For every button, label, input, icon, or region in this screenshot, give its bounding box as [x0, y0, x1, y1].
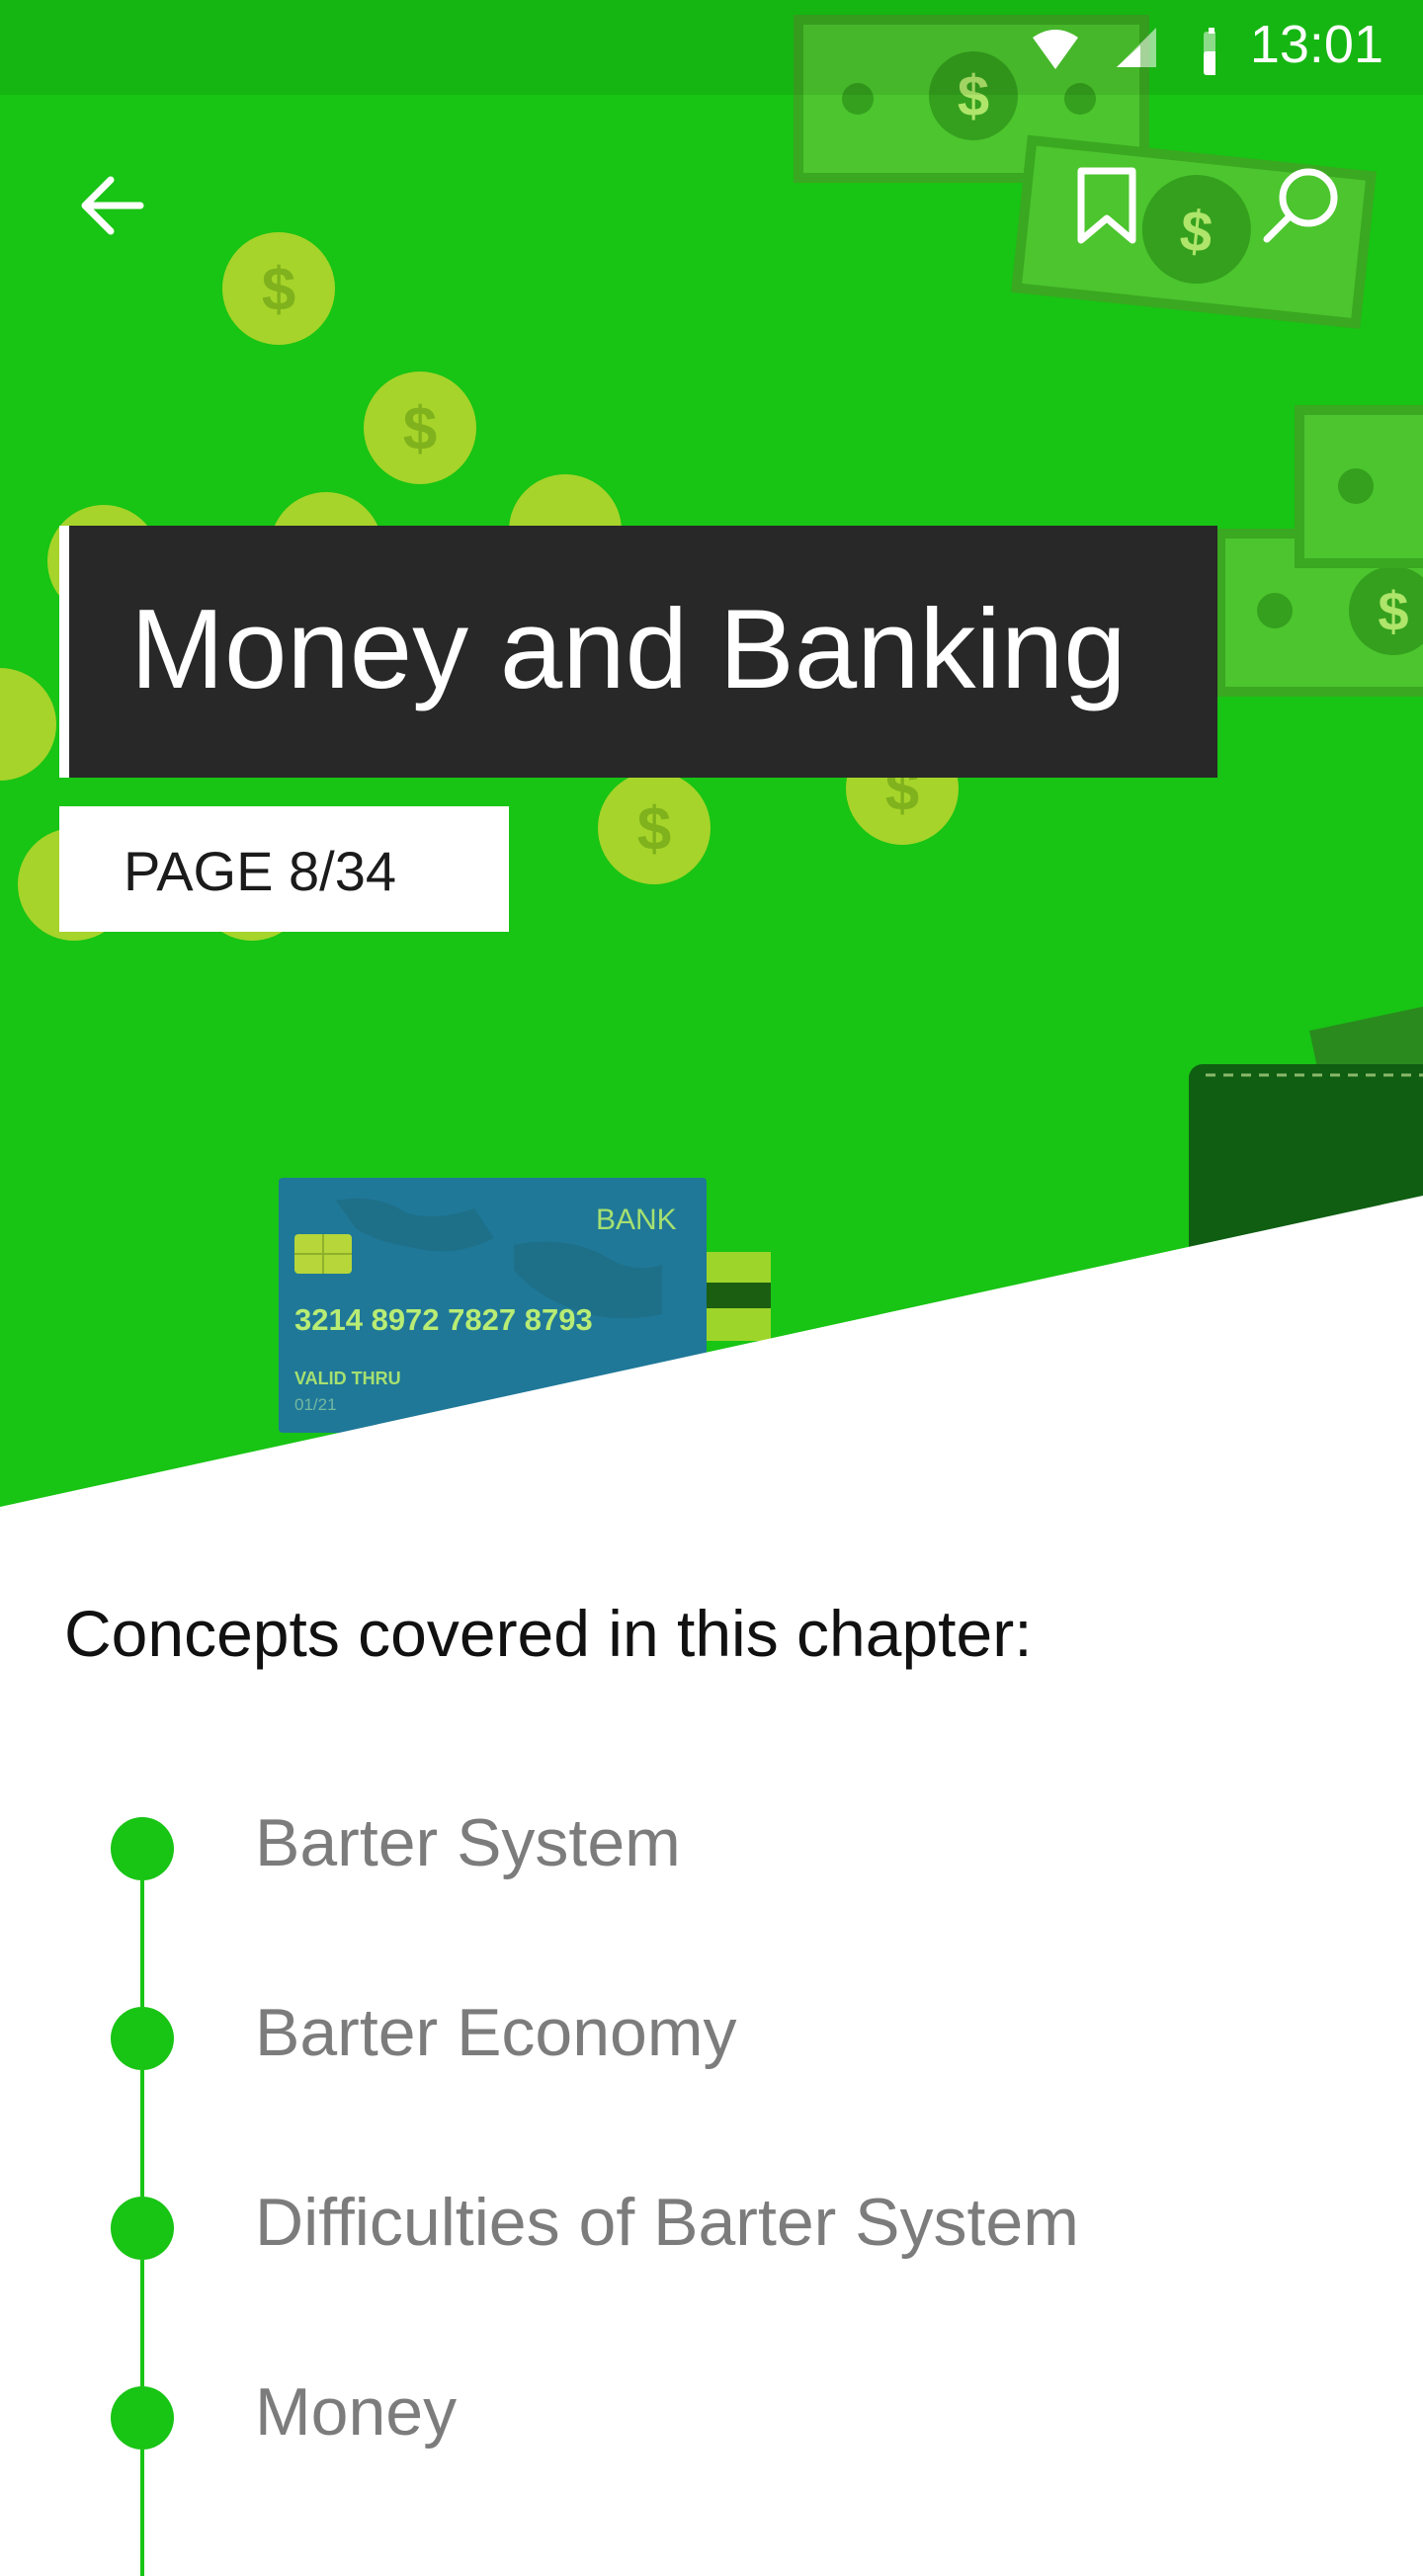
concept-bullet-dot: [111, 1817, 174, 1880]
wifi-icon: [1033, 30, 1078, 69]
battery-icon: [1204, 28, 1215, 75]
concept-label: Barter Economy: [255, 1995, 737, 2070]
concept-connector-line: [140, 2450, 144, 2576]
concept-bullet-dot: [111, 2197, 174, 2260]
status-bar: 13:01: [0, 0, 1423, 95]
concept-item[interactable]: Barter Economy: [0, 1944, 1423, 2197]
concept-label: Money: [255, 2374, 458, 2450]
status-icons: [1033, 28, 1215, 75]
arrow-left-icon: [81, 176, 144, 235]
concept-label: Difficulties of Barter System: [255, 2185, 1079, 2260]
chapter-title: Money and Banking: [130, 587, 1127, 712]
concept-bullet-dot: [111, 2007, 174, 2070]
bookmark-icon: [1077, 167, 1136, 244]
concept-item[interactable]: Difficulties of Barter System: [0, 2133, 1423, 2386]
concept-item[interactable]: Money: [0, 2323, 1423, 2576]
search-icon: [1263, 168, 1338, 243]
concept-label: Barter System: [255, 1805, 681, 1880]
page-indicator: PAGE 8/34: [59, 806, 509, 932]
page-indicator-label: PAGE 8/34: [124, 840, 397, 902]
search-button[interactable]: [1245, 150, 1356, 261]
back-button[interactable]: [55, 150, 166, 261]
signal-icon: [1117, 28, 1156, 67]
concept-item[interactable]: Barter System: [0, 1754, 1423, 2007]
concepts-list: Barter System Barter Economy Difficultie…: [0, 1754, 1423, 2576]
chapter-title-block: Money and Banking: [59, 526, 1217, 778]
concept-bullet-dot: [111, 2386, 174, 2450]
chapter-hero: $ $ $ $ $ $ $ BANK 3214 8972 7827 8793 V…: [0, 0, 1423, 1512]
status-time: 13:01: [1249, 15, 1383, 74]
bookmark-button[interactable]: [1051, 150, 1162, 261]
concepts-heading: Concepts covered in this chapter:: [64, 1597, 1033, 1670]
